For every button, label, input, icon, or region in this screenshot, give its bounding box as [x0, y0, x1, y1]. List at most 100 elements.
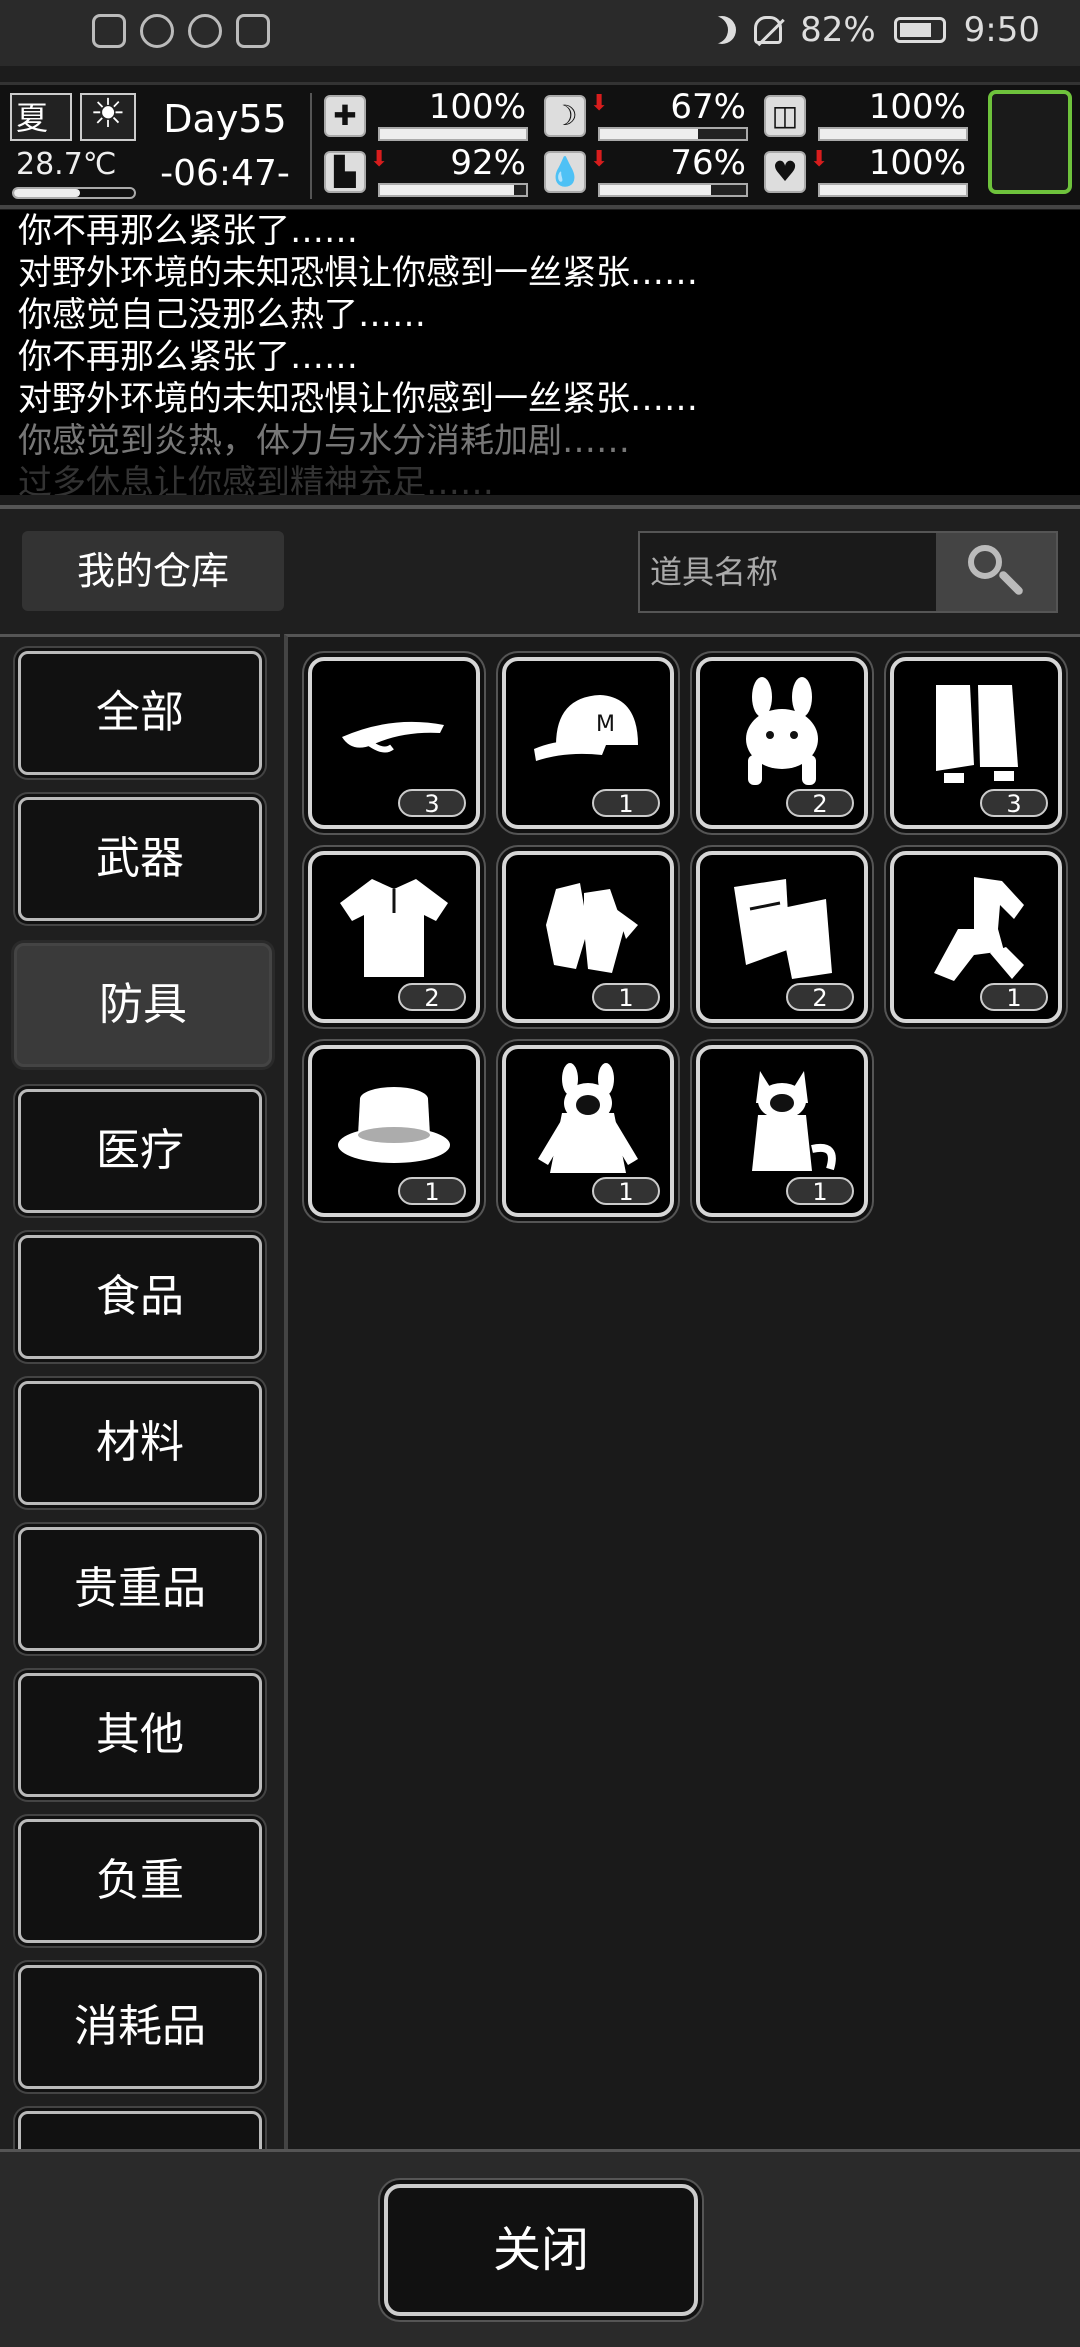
- item-count: 1: [592, 983, 660, 1011]
- stat-bar: [598, 127, 748, 141]
- category-weapons[interactable]: 武器: [18, 797, 262, 921]
- category-load[interactable]: 负重: [18, 1819, 262, 1943]
- stat-bar-fill: [380, 129, 526, 139]
- stat-bar-fill: [600, 185, 711, 195]
- medkit-icon: ✚: [324, 95, 366, 137]
- stat-bar-fill: [380, 185, 515, 195]
- stat-hunger: ☽ ⬇ 67%: [536, 87, 756, 143]
- warehouse-title: 我的仓库: [22, 531, 284, 611]
- category-materials[interactable]: 材料: [18, 1381, 262, 1505]
- search-input[interactable]: [640, 533, 936, 611]
- category-valuables[interactable]: 贵重品: [18, 1527, 262, 1651]
- stat-bar: [818, 127, 968, 141]
- status-icons-left: [92, 14, 270, 48]
- item-count: 2: [786, 789, 854, 817]
- alert-icon: [92, 14, 126, 48]
- log-line: 过多休息让你感到精神充足……: [18, 463, 494, 495]
- stat-health: ✚ 100%: [316, 87, 536, 143]
- search-button[interactable]: [936, 533, 1056, 611]
- cat-costume-icon: [752, 1071, 836, 1171]
- item-slot[interactable]: 1: [890, 851, 1062, 1023]
- item-slot[interactable]: 3: [308, 657, 480, 829]
- fingerless-gloves-icon: [734, 879, 832, 979]
- stat-immunity: ◫ 100%: [756, 87, 976, 143]
- status-icons-right: 82% 9:50: [708, 10, 1040, 50]
- stat-value: 67%: [670, 87, 746, 127]
- tracksuit-icon: [934, 877, 1024, 981]
- bunny-hood-icon: [746, 677, 818, 785]
- log-line: 你不再那么紧张了……: [18, 211, 358, 251]
- equipped-slot[interactable]: [988, 90, 1072, 194]
- stat-value: 100%: [428, 87, 526, 127]
- stat-bar: [598, 183, 748, 197]
- battery-percent: 82%: [800, 10, 876, 50]
- water-drop-icon: 💧: [544, 151, 586, 193]
- heart-icon: ♥: [764, 151, 806, 193]
- category-food[interactable]: 食品: [18, 1235, 262, 1359]
- item-slot[interactable]: M 1: [502, 657, 674, 829]
- stat-bar-fill: [820, 129, 966, 139]
- item-count: 1: [592, 1177, 660, 1205]
- day-counter: Day55: [163, 97, 287, 141]
- item-count: 3: [980, 789, 1048, 817]
- stat-down-arrow: ⬇: [370, 147, 389, 172]
- item-count: 1: [980, 983, 1048, 1011]
- wifi-icon: [140, 14, 174, 48]
- game-clock: -06:47-: [160, 153, 290, 194]
- stat-bar-fill: [600, 129, 698, 139]
- bell-off-icon: [754, 16, 783, 44]
- search-icon: [968, 545, 1002, 579]
- svg-text:M: M: [596, 712, 615, 737]
- category-other[interactable]: 其他: [18, 1673, 262, 1797]
- category-all[interactable]: 全部: [18, 651, 262, 775]
- item-slot[interactable]: 3: [890, 657, 1062, 829]
- calendar-icon: [236, 14, 270, 48]
- stat-down-arrow: ⬇: [590, 91, 609, 116]
- pill-icon: ◫: [764, 95, 806, 137]
- moon-icon: [708, 16, 736, 44]
- category-list[interactable]: 全部 武器 防具 医疗 食品 材料 贵重品 其他 负重 消耗品: [0, 634, 280, 2152]
- temperature-bar-fill: [14, 189, 80, 197]
- sun-icon: [80, 91, 136, 141]
- battery-fill: [899, 23, 932, 37]
- polo-shirt-icon: [340, 879, 448, 977]
- stat-value: 76%: [670, 143, 746, 183]
- search-box: [638, 531, 1058, 613]
- hud-divider: [310, 93, 312, 199]
- category-medical[interactable]: 医疗: [18, 1089, 262, 1213]
- item-slot[interactable]: 1: [502, 851, 674, 1023]
- log-line: 对野外环境的未知恐惧让你感到一丝紧张……: [18, 379, 698, 419]
- stat-bar: [818, 183, 968, 197]
- close-button[interactable]: 关闭: [384, 2184, 698, 2316]
- boot-icon: ▙: [324, 151, 366, 193]
- item-count: 1: [398, 1177, 466, 1205]
- bottom-bar: 关闭: [0, 2149, 1080, 2347]
- item-slot[interactable]: 1: [696, 1045, 868, 1217]
- item-slot[interactable]: 2: [308, 851, 480, 1023]
- visor-icon: [342, 721, 444, 753]
- stomach-icon: ☽: [544, 95, 586, 137]
- item-slot[interactable]: 1: [308, 1045, 480, 1217]
- category-more[interactable]: [18, 2111, 262, 2152]
- item-count: 2: [398, 983, 466, 1011]
- stat-down-arrow: ⬇: [810, 147, 829, 172]
- item-grid: 3 M 1 2 3 2 1 2 1 1 1 1: [284, 634, 1080, 2152]
- season-badge: 夏: [10, 93, 72, 141]
- item-slot[interactable]: 1: [502, 1045, 674, 1217]
- warehouse-panel: 我的仓库 全部 武器 防具 医疗 食品 材料 贵重品 其他 负重 消耗品 3: [0, 505, 1080, 2347]
- log-line: 对野外环境的未知恐惧让你感到一丝紧张……: [18, 253, 698, 293]
- temperature-bar: [12, 187, 136, 199]
- log-line: 你不再那么紧张了……: [18, 337, 358, 377]
- item-slot[interactable]: 2: [696, 657, 868, 829]
- category-consumables[interactable]: 消耗品: [18, 1965, 262, 2089]
- log-line: 你感觉自己没那么热了……: [18, 295, 426, 335]
- stat-mood: ♥ ⬇ 100%: [756, 143, 976, 199]
- message-log[interactable]: 你不再那么紧张了…… 对野外环境的未知恐惧让你感到一丝紧张…… 你感觉自己没那么…: [0, 210, 1080, 495]
- category-armor[interactable]: 防具: [14, 943, 272, 1067]
- battery-icon: [893, 17, 946, 43]
- log-line: 你感觉到炎热，体力与水分消耗加剧……: [18, 421, 630, 461]
- stat-bar: [378, 183, 528, 197]
- status-bar: 82% 9:50: [0, 0, 1080, 66]
- stat-bar-fill: [820, 185, 966, 195]
- item-slot[interactable]: 2: [696, 851, 868, 1023]
